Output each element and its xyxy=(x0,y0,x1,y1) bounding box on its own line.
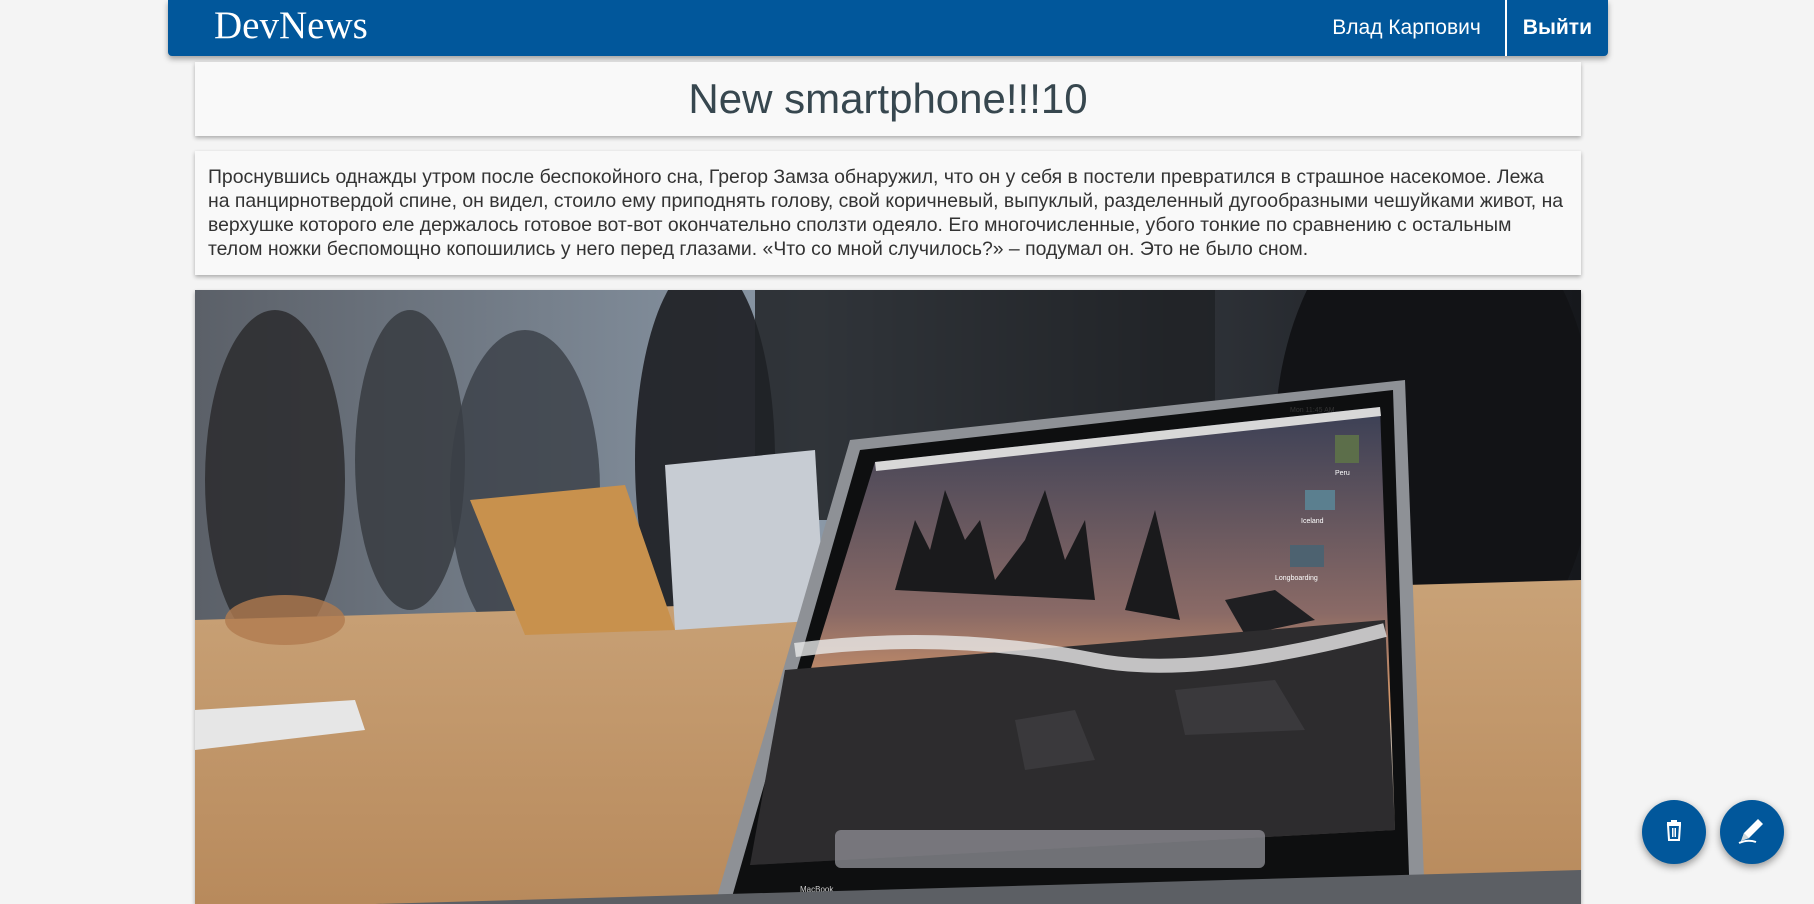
screen-clock: Mon 11:45 AM xyxy=(1290,407,1335,414)
article-image-graphic: Peru Iceland Longboarding Mon 11:45 AM M… xyxy=(195,290,1581,904)
desktop-label-iceland: Iceland xyxy=(1301,518,1324,525)
article-title: New smartphone!!!10 xyxy=(688,75,1088,122)
edit-button[interactable] xyxy=(1720,800,1784,864)
article-body-card: Проснувшись однажды утром после беспокой… xyxy=(195,151,1581,275)
trash-icon xyxy=(1662,818,1686,847)
top-navbar: DevNews Влад Карпович Выйти xyxy=(168,0,1608,56)
delete-button[interactable] xyxy=(1642,800,1706,864)
brand-logo[interactable]: DevNews xyxy=(214,2,368,50)
nav-right: Влад Карпович Выйти xyxy=(1308,0,1608,56)
article-title-card: New smartphone!!!10 xyxy=(195,62,1581,136)
logout-button[interactable]: Выйти xyxy=(1507,0,1608,56)
desktop-label-longboarding: Longboarding xyxy=(1275,575,1318,582)
desktop-label-peru: Peru xyxy=(1335,470,1350,477)
article-image: Peru Iceland Longboarding Mon 11:45 AM M… xyxy=(195,290,1581,904)
pen-icon xyxy=(1734,812,1770,853)
user-name[interactable]: Влад Карпович xyxy=(1308,0,1505,56)
article-body: Проснувшись однажды утром после беспокой… xyxy=(208,166,1564,260)
